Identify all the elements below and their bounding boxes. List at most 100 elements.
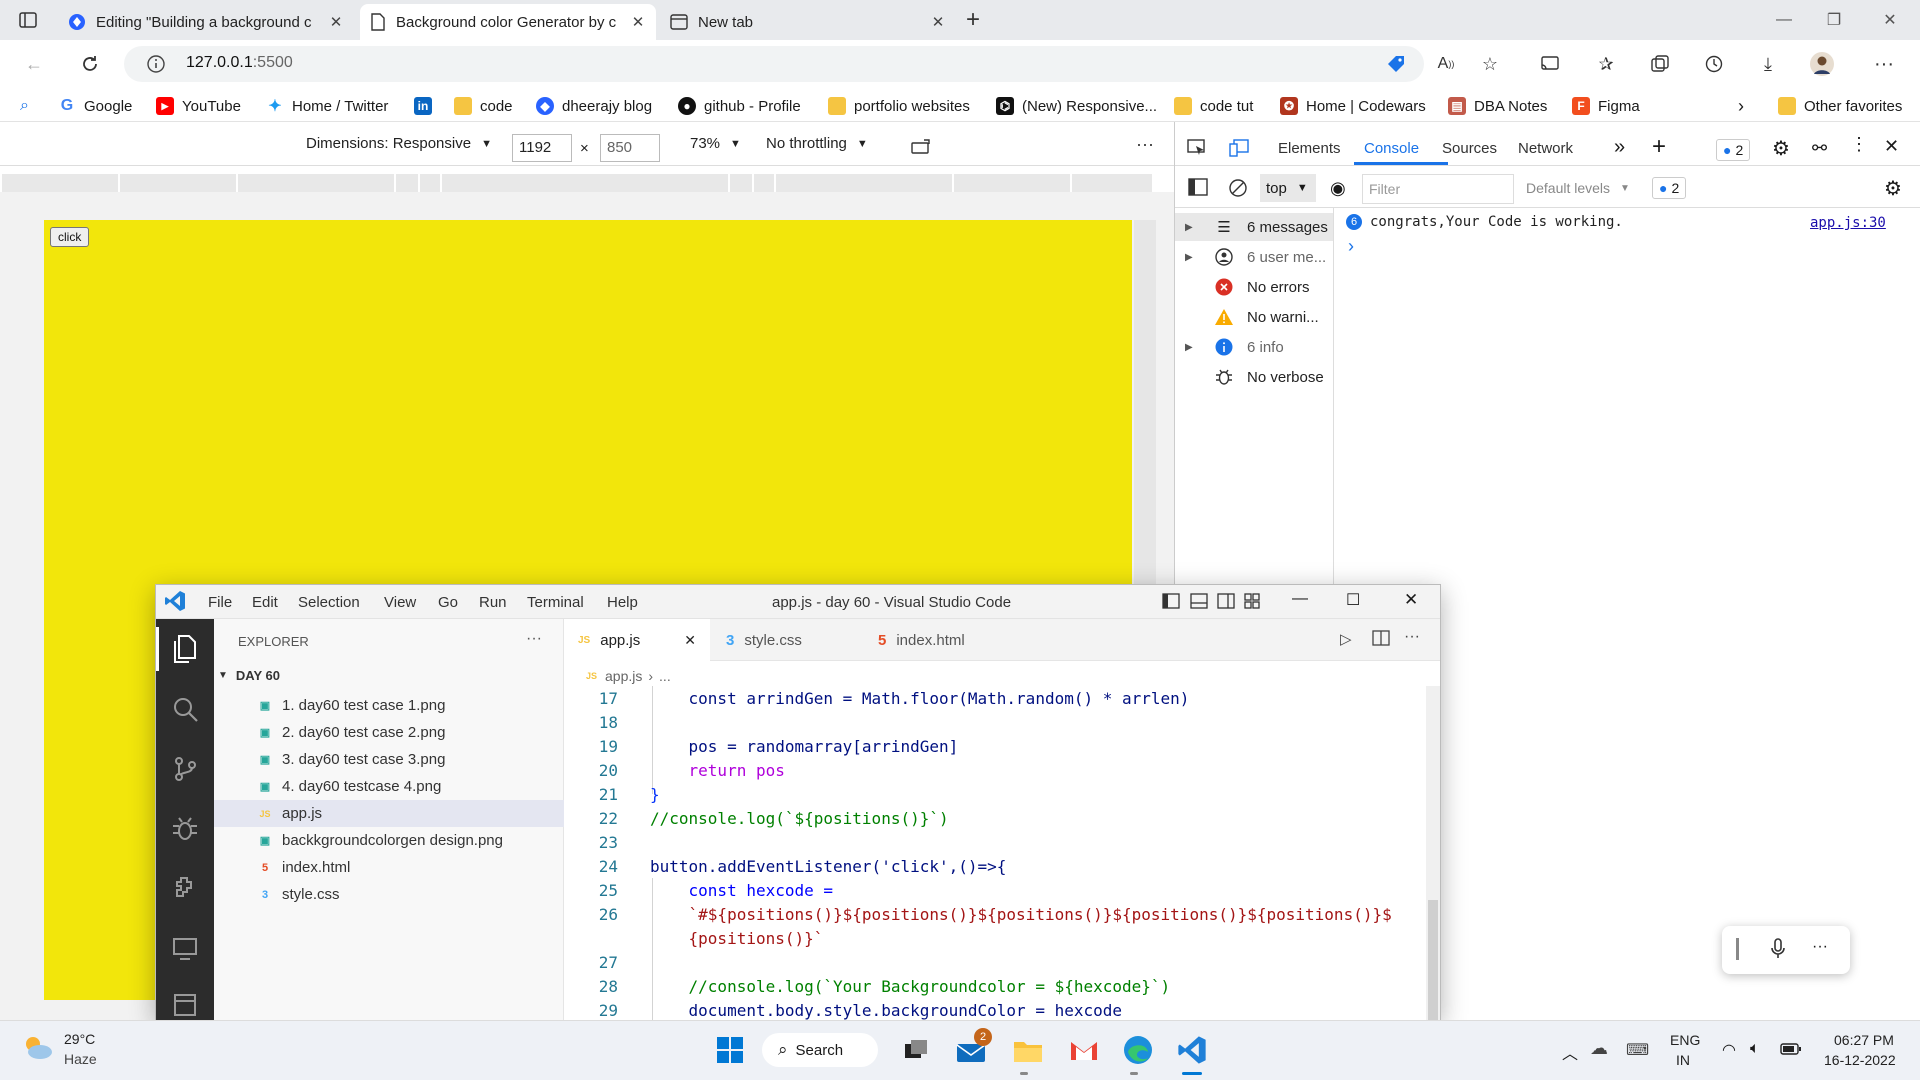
menu-edit[interactable]: Edit (252, 594, 278, 611)
tag-icon[interactable] (1380, 48, 1412, 80)
fav-code[interactable]: code (454, 96, 513, 116)
toggle-secondary-sidebar-icon[interactable] (1217, 593, 1235, 609)
cast-icon[interactable] (1534, 48, 1566, 80)
address-bar[interactable] (124, 46, 1424, 82)
height-input[interactable]: 850 (600, 134, 660, 162)
other-favorites[interactable]: Other favorites (1778, 96, 1902, 116)
edge-browser-icon[interactable] (1118, 1030, 1158, 1070)
battery-icon[interactable] (1780, 1042, 1802, 1056)
sidebar-item-warnings[interactable]: No warni... (1185, 305, 1319, 329)
toggle-sidebar-icon[interactable] (1162, 593, 1180, 609)
levels-select[interactable]: Default levels ▼ (1526, 180, 1630, 196)
inspect-icon[interactable] (1186, 138, 1208, 158)
context-select[interactable]: top ▼ (1260, 174, 1316, 202)
info-icon[interactable] (146, 54, 166, 74)
browser-tab-generator[interactable]: Background color Generator by c ✕ (360, 4, 656, 40)
console-prompt[interactable]: › (1348, 236, 1354, 257)
folder-day60[interactable]: ▼ DAY 60 (218, 668, 280, 683)
devtools-tab-console[interactable]: Console (1364, 140, 1419, 157)
more-icon[interactable]: ··· (1868, 48, 1900, 80)
restore-icon[interactable]: ❐ (1806, 0, 1862, 40)
task-view-icon[interactable] (896, 1030, 936, 1070)
volume-icon[interactable]: 🔈︎ (1750, 1040, 1760, 1058)
customize-layout-icon[interactable] (1244, 593, 1260, 609)
vscode-close-icon[interactable]: ✕ (1404, 590, 1418, 610)
weather-temp[interactable]: 29°C (64, 1031, 95, 1047)
add-panel-icon[interactable]: + (1652, 133, 1666, 161)
read-aloud-icon[interactable]: A)) (1430, 48, 1462, 80)
vscode-maximize-icon[interactable]: ☐ (1346, 590, 1360, 610)
sidebar-item-info[interactable]: ▶ 6 info (1185, 335, 1284, 359)
toggle-panel-icon[interactable] (1190, 593, 1208, 609)
mail-icon[interactable]: 2 (952, 1028, 992, 1070)
split-editor-icon[interactable] (1372, 630, 1390, 646)
minimize-icon[interactable]: — (1756, 0, 1812, 40)
menu-go[interactable]: Go (438, 594, 458, 611)
vscode-minimize-icon[interactable]: — (1292, 590, 1308, 608)
menu-selection[interactable]: Selection (298, 594, 360, 611)
fav-google[interactable]: G Google (58, 96, 133, 116)
url-text[interactable]: 127.0.0.1:5500 (186, 54, 293, 72)
sidebar-toggle-icon[interactable] (1188, 178, 1208, 196)
fav-youtube[interactable]: ▶ YouTube (156, 96, 241, 116)
refresh-icon[interactable] (74, 48, 106, 80)
weather-desc[interactable]: Haze (64, 1051, 97, 1067)
explorer-more-icon[interactable]: ··· (526, 630, 542, 648)
new-tab-plus-icon[interactable]: + (966, 6, 980, 34)
add-favorite-icon[interactable]: ☆ (1474, 48, 1506, 80)
favorites-icon[interactable]: ✰ (1590, 48, 1622, 80)
menu-file[interactable]: File (208, 594, 232, 611)
editor-scroll-thumb[interactable] (1428, 900, 1438, 1020)
chevron-up-icon[interactable]: ︿ (1562, 1040, 1578, 1064)
fav-github[interactable]: ● github - Profile (678, 96, 801, 116)
source-control-icon[interactable] (164, 748, 206, 790)
browser-tab-editing[interactable]: Editing "Building a background c ✕ (58, 4, 354, 40)
clock-time[interactable]: 06:27 PM (1834, 1032, 1894, 1048)
wifi-icon[interactable]: ◠ (1722, 1040, 1736, 1060)
console-settings-icon[interactable]: ⚙ (1884, 176, 1902, 201)
microphone-icon[interactable] (1770, 937, 1786, 961)
menu-terminal[interactable]: Terminal (527, 594, 584, 611)
rotate-icon[interactable] (910, 138, 932, 156)
message-source-link[interactable]: app.js:30 (1810, 215, 1886, 231)
eye-icon[interactable]: ◉ (1330, 178, 1346, 199)
tab-actions-icon[interactable] (18, 10, 38, 30)
fav-dba-notes[interactable]: ▤ DBA Notes (1448, 96, 1547, 116)
fav-responsive[interactable]: ⌬ (New) Responsive... (996, 96, 1157, 116)
remote-explorer-icon[interactable] (164, 928, 206, 970)
file-item[interactable]: ▣ 1. day60 test case 1.png (214, 692, 564, 719)
run-debug-icon[interactable] (164, 808, 206, 850)
menu-view[interactable]: View (384, 594, 416, 611)
editor-more-icon[interactable]: ··· (1404, 628, 1420, 646)
clear-console-icon[interactable] (1228, 178, 1248, 198)
fav-linkedin[interactable]: in (414, 96, 440, 116)
sidebar-item-user-messages[interactable]: ▶ 6 user me... (1185, 245, 1326, 269)
file-explorer-icon[interactable] (1008, 1030, 1048, 1070)
width-input[interactable]: 1192 (512, 134, 572, 162)
keyboard-icon[interactable]: ⌨ (1626, 1040, 1649, 1060)
levels-issues-badge[interactable]: ● 2 (1652, 177, 1687, 199)
file-item[interactable]: ▣ 3. day60 test case 3.png (214, 746, 564, 773)
sidebar-item-verbose[interactable]: No verbose (1185, 365, 1324, 389)
region-indicator[interactable]: IN (1676, 1052, 1690, 1068)
gmail-icon[interactable] (1064, 1030, 1104, 1070)
language-indicator[interactable]: ENG (1670, 1032, 1700, 1048)
search-icon[interactable] (164, 688, 206, 730)
file-item-selected[interactable]: JS app.js (214, 800, 564, 827)
settings-gear-icon[interactable]: ⚙ (1772, 136, 1790, 161)
devtools-tab-network[interactable]: Network (1518, 140, 1573, 157)
devtools-tab-sources[interactable]: Sources (1442, 140, 1497, 157)
sidebar-item-messages[interactable]: ▶ ☰ 6 messages (1185, 215, 1328, 239)
menu-help[interactable]: Help (607, 594, 638, 611)
start-windows-icon[interactable] (710, 1030, 750, 1070)
back-icon[interactable]: ← (18, 48, 50, 80)
mic-more-icon[interactable]: ··· (1812, 938, 1828, 956)
weather-icon[interactable] (20, 1032, 54, 1062)
click-button[interactable]: click (50, 227, 90, 247)
sidebar-item-errors[interactable]: No errors (1185, 275, 1310, 299)
editor-tab-stylecss[interactable]: 3 style.css (712, 619, 862, 661)
more-tabs-icon[interactable]: » (1614, 136, 1625, 159)
extensions-icon[interactable] (164, 868, 206, 910)
close-icon[interactable]: ✕ (930, 13, 946, 31)
onedrive-cloud-icon[interactable]: ☁ (1590, 1038, 1608, 1059)
